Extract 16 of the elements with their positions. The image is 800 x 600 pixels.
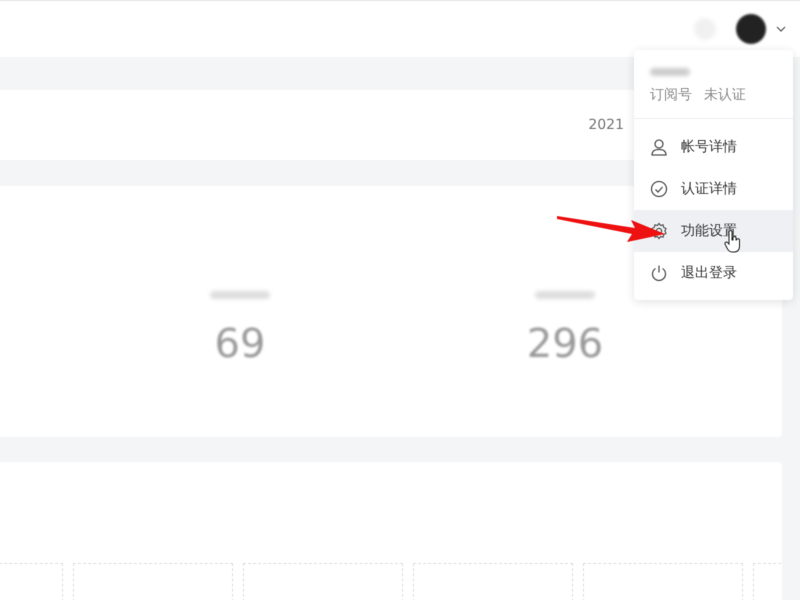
chevron-icon[interactable] bbox=[776, 26, 786, 32]
power-icon bbox=[650, 264, 668, 282]
menu-item[interactable]: 退出登录 bbox=[634, 252, 793, 294]
blurred-label bbox=[210, 291, 270, 299]
menu-item[interactable]: 帐号详情 bbox=[634, 126, 793, 168]
stat-value: 296 bbox=[526, 321, 604, 367]
stat-value: 69 bbox=[214, 321, 266, 367]
date-text: 2021 bbox=[588, 117, 624, 133]
menu-item[interactable]: 认证详情 bbox=[634, 168, 793, 210]
blurred-name bbox=[650, 68, 690, 76]
user-icon bbox=[650, 138, 668, 156]
account-type: 订阅号 bbox=[650, 86, 692, 104]
check-icon bbox=[650, 180, 668, 198]
avatar[interactable] bbox=[736, 14, 766, 44]
blurred-label bbox=[535, 291, 595, 299]
verification-status: 未认证 bbox=[704, 86, 746, 104]
